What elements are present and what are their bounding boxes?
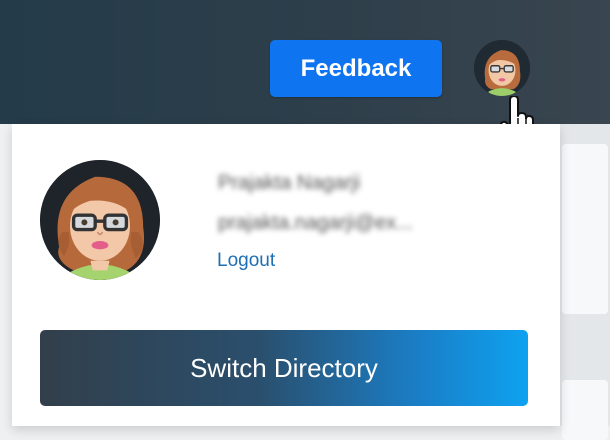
logout-link[interactable]: Logout [217, 250, 275, 272]
user-email: prajakta.nagarji@ex... [218, 212, 413, 234]
user-name: Prajakta Nagarji [218, 172, 361, 194]
profile-avatar-icon [40, 160, 160, 280]
background-page-area [560, 124, 610, 440]
switch-directory-button[interactable]: Switch Directory [40, 330, 528, 406]
background-card [562, 144, 608, 314]
profile-dropdown-menu: Prajakta Nagarji prajakta.nagarji@ex... … [12, 124, 560, 426]
user-avatar-icon[interactable] [474, 40, 530, 96]
feedback-button[interactable]: Feedback [270, 40, 442, 97]
background-card [562, 380, 608, 440]
